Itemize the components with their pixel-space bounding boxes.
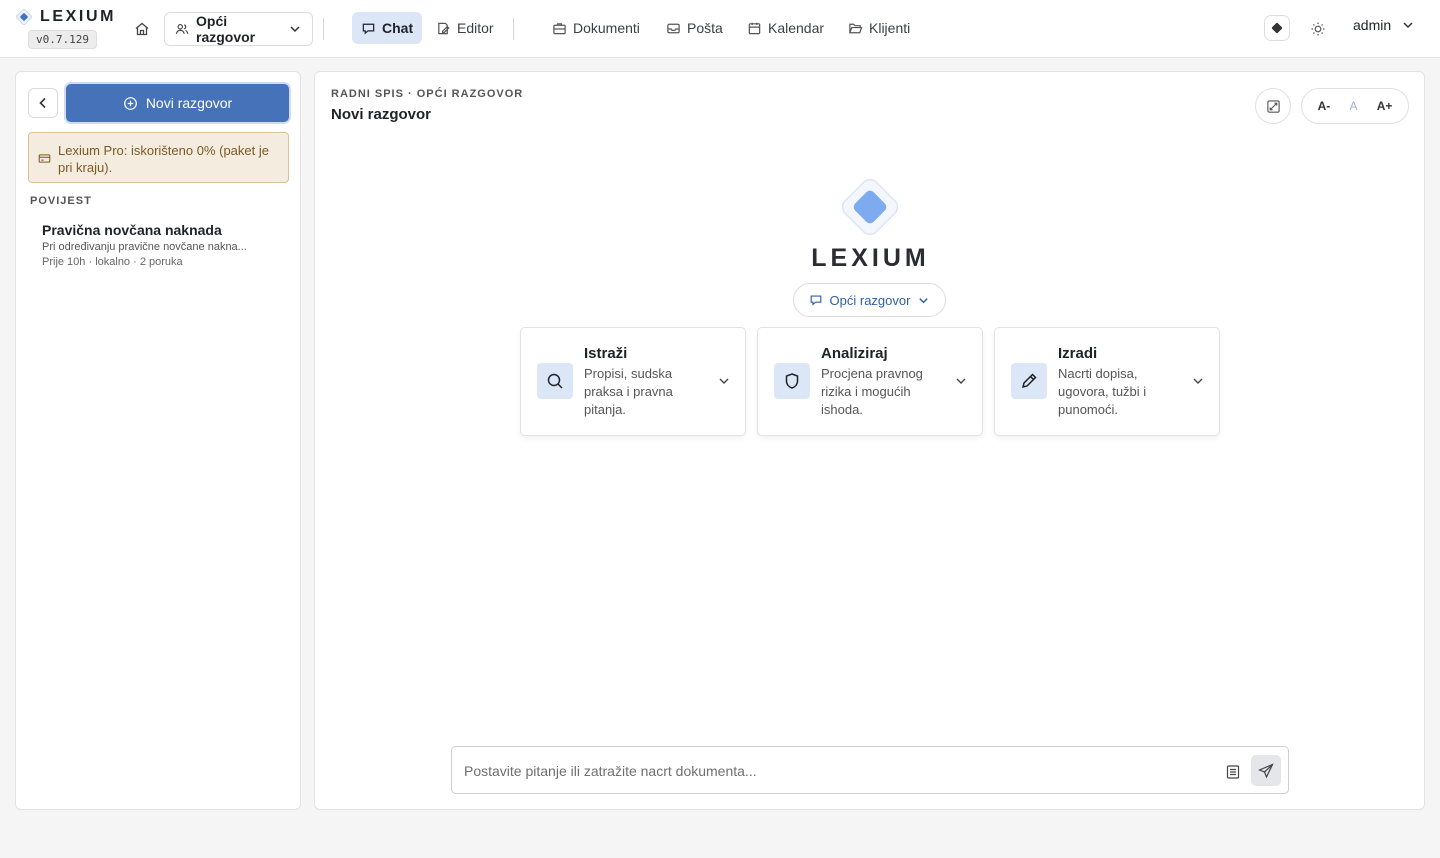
- card-title: Izradi: [1058, 345, 1098, 362]
- top-bar: LEXIUM v0.7.129 Opći razgovor Chat Edito…: [0, 0, 1440, 58]
- divider: [323, 18, 324, 40]
- version-badge: v0.7.129: [28, 30, 97, 49]
- nav-posta-label: Pošta: [687, 20, 723, 36]
- card-title: Analiziraj: [821, 345, 888, 362]
- brand-theme-button[interactable]: [1264, 15, 1290, 41]
- send-icon: [1258, 762, 1274, 779]
- quota-text: Lexium Pro: iskorišteno 0% (paket je pri…: [58, 143, 269, 175]
- font-larger-button[interactable]: A+: [1377, 99, 1393, 113]
- chevron-down-icon: [1191, 374, 1205, 388]
- nav-dokumenti-label: Dokumenti: [573, 20, 640, 36]
- history-item-meta: Prije 10h · lokalno · 2 poruka: [42, 256, 183, 268]
- font-smaller-button[interactable]: A-: [1318, 99, 1331, 113]
- chevron-down-icon: [717, 374, 731, 388]
- users-icon: [175, 22, 189, 36]
- action-card-istrazi[interactable]: Istraži Propisi, sudska praksa i pravna …: [520, 327, 746, 436]
- mode-select-label: Opći razgovor: [196, 13, 256, 45]
- user-menu[interactable]: admin: [1353, 17, 1415, 33]
- font-normal-button[interactable]: A: [1349, 99, 1357, 113]
- page-title: Novi razgovor: [331, 106, 432, 123]
- edit-note-icon: [436, 21, 451, 36]
- main-panel: RADNI SPIS · OPĆI RAZGOVOR Novi razgovor…: [314, 71, 1425, 810]
- mail-inbox-icon: [666, 21, 681, 36]
- card-description: Nacrti dopisa, ugovora, tužbi i punomoći…: [1058, 366, 1147, 417]
- brand: LEXIUM v0.7.129: [14, 7, 116, 49]
- nav-editor[interactable]: Editor: [427, 12, 503, 44]
- home-button[interactable]: [130, 17, 154, 41]
- message-composer: [451, 746, 1289, 794]
- chevron-down-icon: [917, 294, 930, 307]
- quota-notice: Lexium Pro: iskorišteno 0% (paket je pri…: [28, 132, 289, 183]
- message-input[interactable]: [464, 757, 1204, 785]
- chevron-down-icon: [288, 22, 302, 36]
- card-description: Propisi, sudska praksa i pravna pitanja.: [584, 366, 673, 417]
- nav-chat[interactable]: Chat: [352, 12, 423, 44]
- nav-dokumenti[interactable]: Dokumenti: [543, 12, 649, 44]
- nav-kalendar[interactable]: Kalendar: [738, 12, 833, 44]
- sidebar: Novi razgovor Lexium Pro: iskorišteno 0%…: [15, 71, 301, 810]
- credit-card-icon: [38, 152, 51, 165]
- mode-select[interactable]: Opći razgovor: [164, 12, 313, 46]
- chevron-down-icon: [954, 374, 968, 388]
- user-name: admin: [1353, 17, 1392, 33]
- history-item[interactable]: Pravična novčana naknada Pri određivanju…: [30, 218, 288, 272]
- nav-klijenti[interactable]: Klijenti: [839, 12, 919, 44]
- nav-kalendar-label: Kalendar: [768, 20, 825, 36]
- divider: [513, 18, 514, 40]
- theme-toggle-button[interactable]: [1306, 17, 1330, 41]
- chat-bubble-icon: [809, 293, 823, 307]
- chat-bubble-icon: [361, 21, 376, 36]
- new-chat-label: Novi razgovor: [145, 95, 233, 111]
- calendar-icon: [747, 21, 762, 36]
- action-card-analiziraj[interactable]: Analiziraj Procjena pravnog rizika i mog…: [757, 327, 983, 436]
- history-item-title: Pravična novčana naknada: [42, 222, 222, 238]
- history-item-snippet: Pri određivanju pravične novčane nakna..…: [42, 241, 247, 253]
- action-card-izradi[interactable]: Izradi Nacrti dopisa, ugovora, tužbi i p…: [994, 327, 1220, 436]
- collapse-sidebar-button[interactable]: [28, 88, 58, 118]
- new-chat-button[interactable]: Novi razgovor: [66, 84, 289, 122]
- expand-button[interactable]: [1255, 88, 1291, 124]
- nav-editor-label: Editor: [457, 20, 494, 36]
- send-button[interactable]: [1251, 755, 1281, 786]
- breadcrumb: RADNI SPIS · OPĆI RAZGOVOR: [331, 88, 524, 100]
- folder-open-icon: [848, 21, 863, 36]
- card-title: Istraži: [584, 345, 628, 362]
- chevron-down-icon: [1401, 18, 1415, 32]
- diamond-icon: [1270, 21, 1284, 35]
- brand-name: LEXIUM: [40, 8, 117, 25]
- plus-circle-icon: [123, 96, 138, 111]
- pencil-icon: [1011, 363, 1047, 399]
- hero-mode-select[interactable]: Opći razgovor: [793, 283, 946, 317]
- history-title: POVIJEST: [30, 195, 92, 207]
- shield-icon: [774, 363, 810, 399]
- briefcase-icon: [552, 21, 567, 36]
- font-size-control: A- A A+: [1301, 88, 1409, 124]
- hero-mode-label: Opći razgovor: [829, 292, 911, 308]
- nav-klijenti-label: Klijenti: [869, 20, 911, 36]
- card-description: Procjena pravnog rizika i mogućih ishoda…: [821, 366, 923, 417]
- expand-icon: [1266, 99, 1281, 114]
- hero-logo-icon: [831, 168, 909, 246]
- sun-icon: [1310, 21, 1326, 37]
- attach-document-button[interactable]: [1222, 761, 1244, 783]
- lexium-logo-icon: [14, 7, 34, 27]
- hero-wordmark: LEXIUM: [811, 244, 930, 272]
- nav-chat-label: Chat: [382, 20, 414, 36]
- document-icon: [1225, 764, 1241, 780]
- search-icon: [537, 363, 573, 399]
- nav-posta[interactable]: Pošta: [657, 12, 732, 44]
- chevron-left-icon: [36, 96, 50, 110]
